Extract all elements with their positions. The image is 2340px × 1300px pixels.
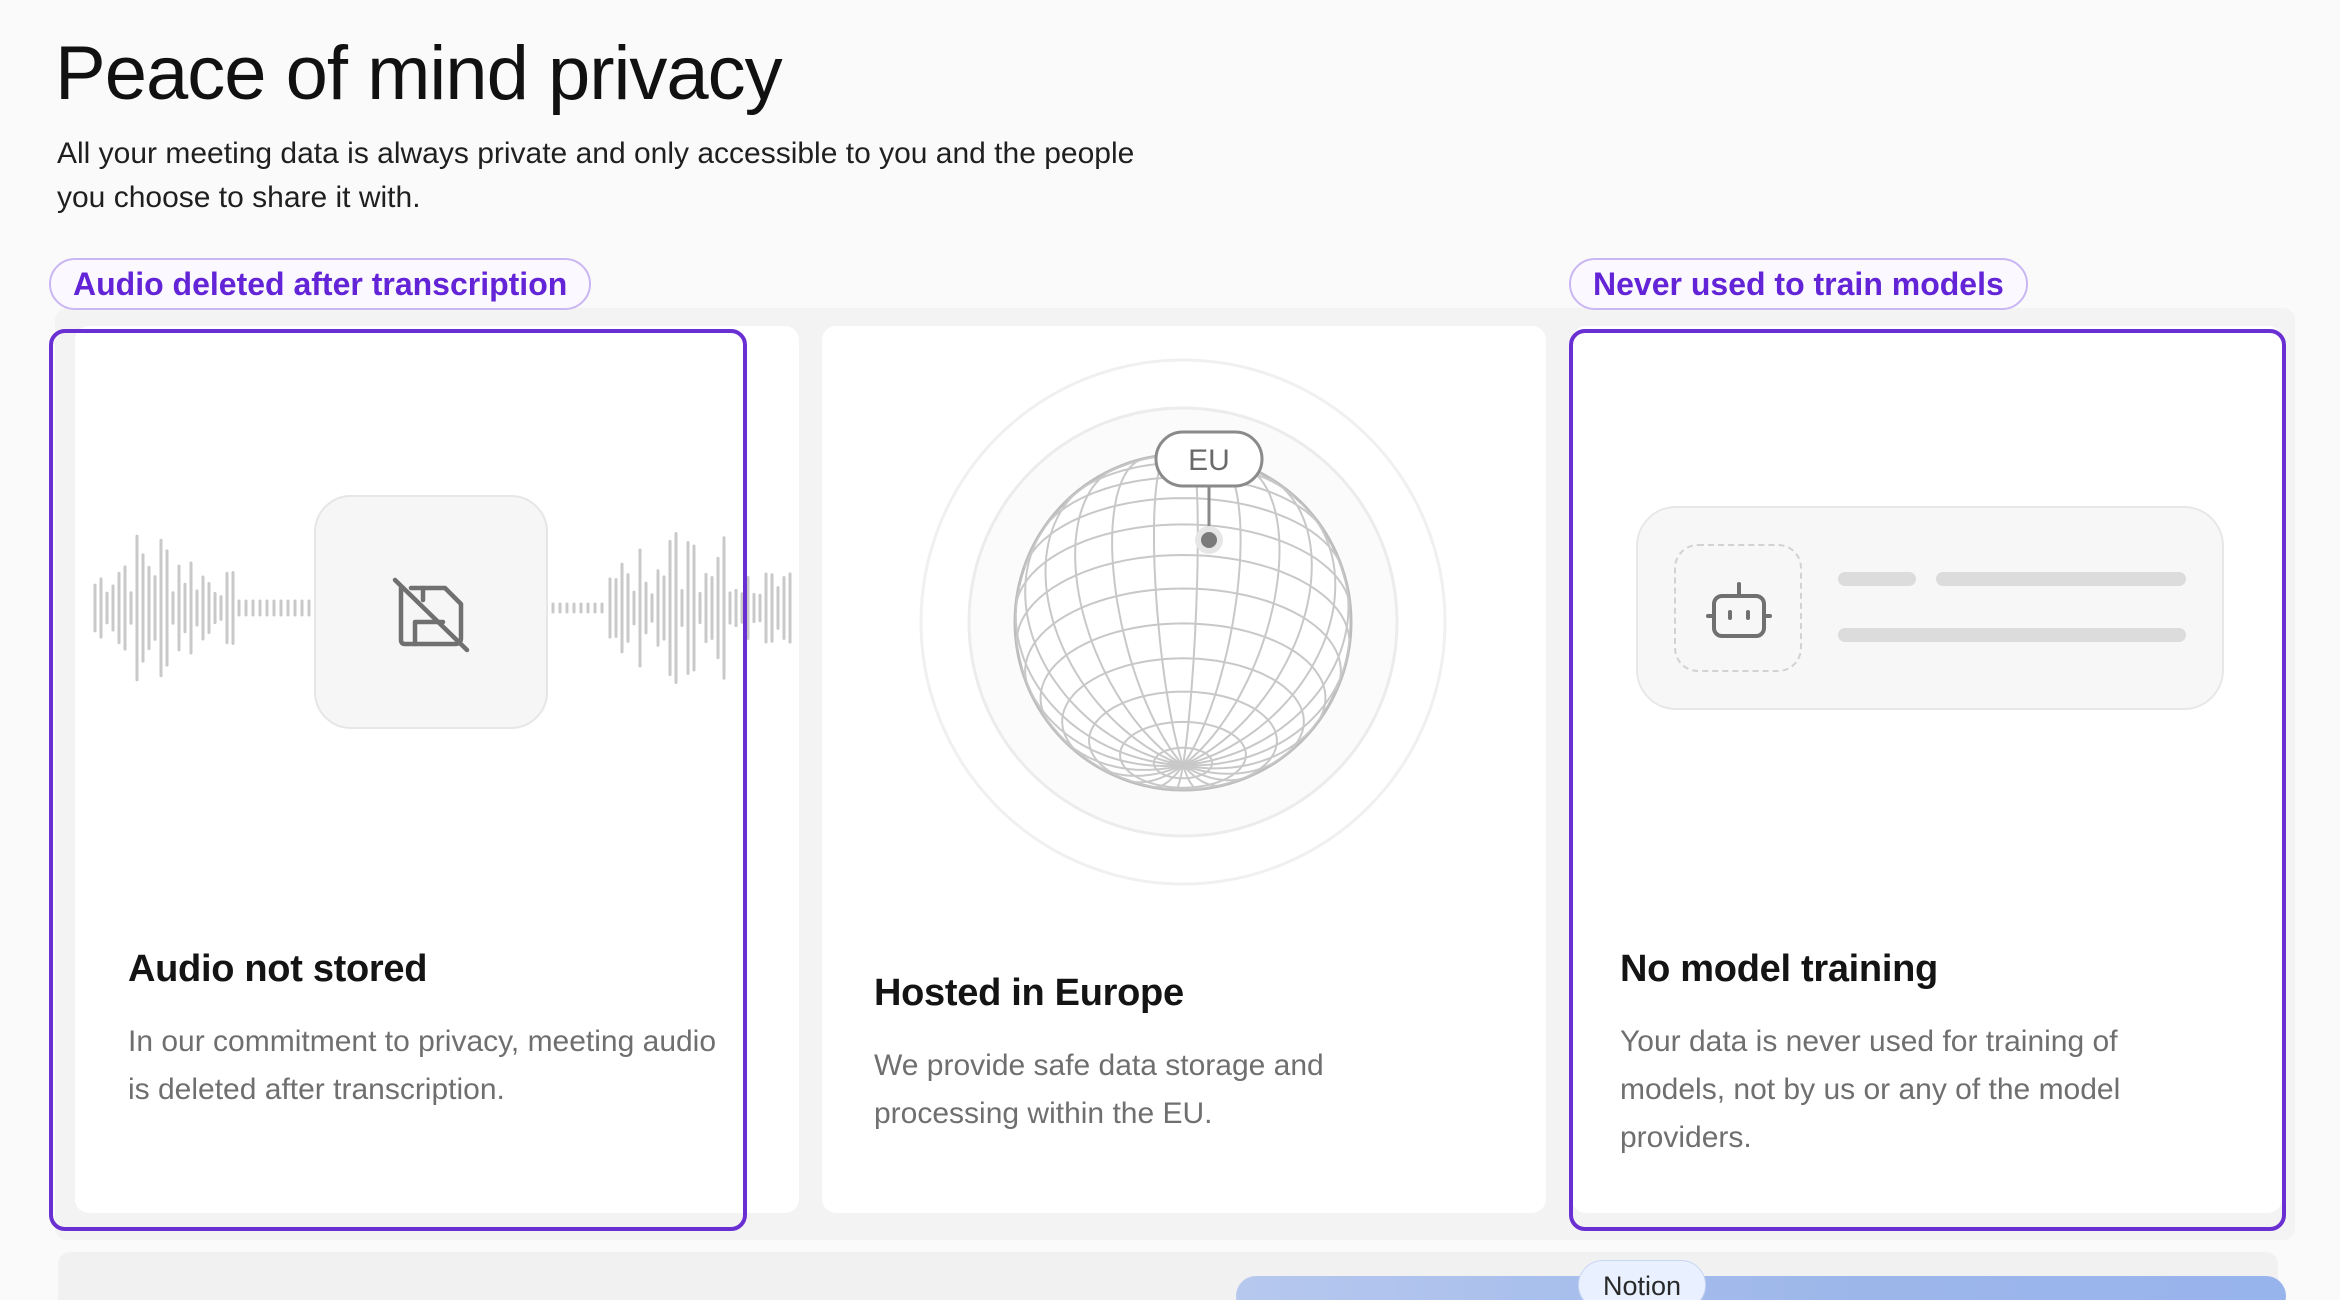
robot-icon — [1706, 582, 1772, 638]
page-subtitle: All your meeting data is always private … — [57, 137, 1135, 214]
robot-icon-frame — [1674, 544, 1802, 672]
placeholder-line-long — [1838, 628, 2186, 642]
europe-card-title: Hosted in Europe — [874, 972, 1184, 1014]
audio-card-title: Audio not stored — [128, 948, 428, 990]
audio-card-description: In our commitment to privacy, meeting au… — [128, 1025, 717, 1106]
no-save-icon — [385, 566, 477, 658]
training-card-title: No model training — [1620, 948, 1938, 990]
integration-bar — [1236, 1276, 2286, 1300]
training-badge: Never used to train models — [1569, 258, 2028, 310]
training-card: No model training Your data is never use… — [1572, 326, 2282, 1213]
placeholder-line-medium — [1936, 572, 2186, 586]
globe-illustration: EU — [919, 358, 1447, 886]
audio-badge: Audio deleted after transcription — [49, 258, 592, 310]
placeholder-line-short — [1838, 572, 1916, 586]
notion-chip[interactable]: Notion — [1578, 1260, 1707, 1300]
audio-card: Audio not stored In our commitment to pr… — [75, 326, 799, 1213]
europe-card: EU Hosted in Europe We provide safe data… — [822, 326, 1546, 1213]
eu-label: EU — [1188, 444, 1230, 477]
globe-icon — [1013, 452, 1353, 792]
privacy-section: Peace of mind privacy All your meeting d… — [0, 0, 2340, 1300]
europe-card-description: We provide safe data storage and process… — [874, 1049, 1324, 1130]
model-chat-illustration — [1636, 506, 2224, 710]
training-card-description: Your data is never used for training of … — [1620, 1025, 2121, 1154]
page-title: Peace of mind privacy — [55, 31, 783, 116]
